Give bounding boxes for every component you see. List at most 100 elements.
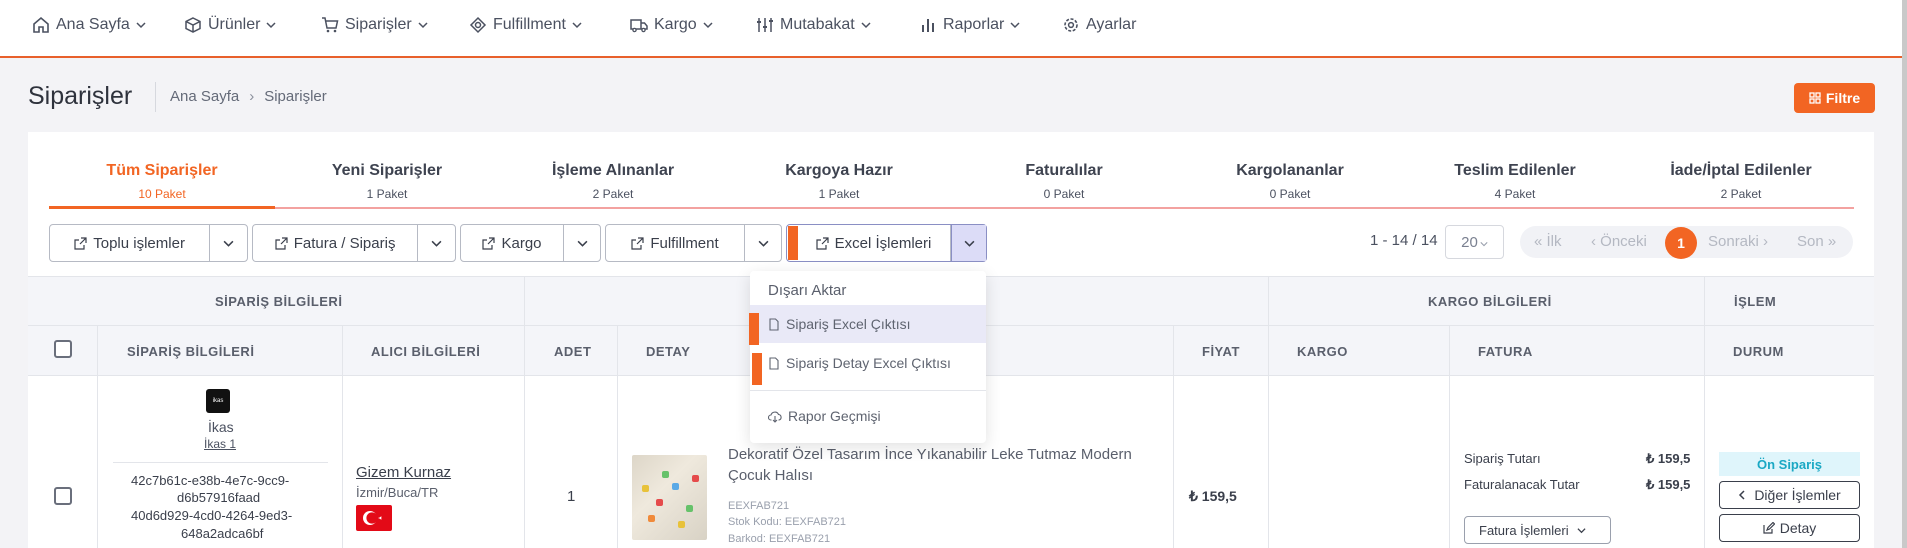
- page-scrollbar[interactable]: [1902, 0, 1907, 548]
- product-sku: EEXFAB721: [728, 500, 790, 512]
- detail-button[interactable]: Detay: [1719, 514, 1860, 542]
- tab-yeni-siparisler[interactable]: Yeni Siparişler 1 Paket: [274, 162, 500, 201]
- page-size-select[interactable]: 20: [1445, 225, 1504, 259]
- toplu-islemler-split: Toplu işlemler: [49, 224, 248, 262]
- col-adet: ADET: [554, 344, 592, 359]
- tab-teslim-edilenler[interactable]: Teslim Edilenler 4 Paket: [1402, 162, 1628, 201]
- tabs-baseline: [49, 207, 1854, 209]
- pagination-prev[interactable]: ‹ Önceki: [1591, 233, 1647, 250]
- cursor-marker: [749, 313, 759, 345]
- tab-kargolananlar[interactable]: Kargolananlar 0 Paket: [1177, 162, 1403, 201]
- toplu-islemler-button[interactable]: Toplu işlemler: [50, 225, 211, 261]
- chevron-down-icon: [1480, 242, 1488, 247]
- fulfillment-split: Fulfillment: [605, 224, 782, 262]
- divider: [750, 390, 986, 391]
- nav-raporlar[interactable]: Raporlar: [919, 14, 1020, 36]
- divider: [155, 82, 156, 112]
- recipient-location: İzmir/Buca/TR: [356, 485, 439, 500]
- tab-faturalilar[interactable]: Faturalılar 0 Paket: [951, 162, 1177, 201]
- quantity: 1: [567, 488, 576, 505]
- fulfillment-button[interactable]: Fulfillment: [606, 225, 745, 261]
- fulfillment-dropdown[interactable]: [745, 225, 781, 261]
- nav-mutabakat[interactable]: Mutabakat: [756, 14, 871, 36]
- button-label: Detay: [1779, 520, 1817, 536]
- divider: [617, 326, 618, 548]
- box-icon: [185, 17, 201, 33]
- order-id: d6b57916faad: [177, 490, 261, 505]
- row-checkbox[interactable]: [54, 487, 72, 505]
- breadcrumb-home[interactable]: Ana Sayfa: [170, 88, 239, 105]
- divider: [524, 276, 525, 548]
- recipient-name[interactable]: Gizem Kurnaz: [356, 464, 451, 481]
- pagination-next[interactable]: Sonraki ›: [1708, 233, 1768, 250]
- tab-isleme-alinanlar[interactable]: İşleme Alınanlar 2 Paket: [500, 162, 726, 201]
- menu-item-siparis-detay-excel[interactable]: Sipariş Detay Excel Çıktısı: [750, 344, 986, 382]
- order-id: 40d6d929-4cd0-4264-9ed3-: [131, 508, 293, 523]
- menu-item-rapor-gecmisi[interactable]: Rapor Geçmişi: [750, 397, 986, 435]
- chevron-down-icon: [136, 22, 146, 29]
- nav-fulfillment[interactable]: Fulfillment: [469, 14, 582, 36]
- external-link-icon: [631, 236, 644, 250]
- menu-item-label: Sipariş Excel Çıktısı: [786, 316, 911, 332]
- nav-urunler[interactable]: Ürünler: [184, 14, 276, 36]
- breadcrumb-separator-icon: ›: [249, 88, 255, 105]
- kargo-button[interactable]: Kargo: [461, 225, 564, 261]
- file-icon: [769, 356, 779, 370]
- excel-islemleri-button[interactable]: Excel İşlemleri: [787, 225, 951, 261]
- divider: [1704, 276, 1705, 548]
- button-label: Fatura / Sipariş: [293, 234, 396, 252]
- store-name: İkas: [208, 419, 234, 435]
- group-header-order: SİPARİŞ BİLGİLERİ: [215, 294, 343, 309]
- fatura-siparis-button[interactable]: Fatura / Sipariş: [253, 225, 419, 261]
- col-fatura: FATURA: [1478, 344, 1533, 359]
- tab-count: 10 Paket: [138, 187, 186, 201]
- nav-label: Ayarlar: [1086, 16, 1137, 33]
- product-title[interactable]: Çocuk Halısı: [728, 467, 813, 484]
- sliders-icon: [757, 18, 773, 32]
- pagination-first[interactable]: « İlk: [1534, 233, 1562, 250]
- nav-ana-sayfa[interactable]: Ana Sayfa: [32, 14, 146, 36]
- nav-kargo[interactable]: Kargo: [630, 14, 713, 36]
- button-label: Toplu işlemler: [93, 234, 185, 252]
- nav-ayarlar[interactable]: Ayarlar: [1062, 14, 1136, 36]
- fatura-siparis-dropdown[interactable]: [418, 225, 455, 261]
- col-siparis-bilgileri: SİPARİŞ BİLGİLERİ: [127, 344, 255, 359]
- button-label: Fulfillment: [650, 234, 719, 252]
- pagination-last[interactable]: Son »: [1797, 233, 1836, 250]
- select-all-checkbox[interactable]: [54, 340, 72, 358]
- product-title[interactable]: Dekoratif Özel Tasarım İnce Yıkanabilir …: [728, 446, 1132, 463]
- other-operations-button[interactable]: Diğer İşlemler: [1719, 481, 1860, 509]
- menu-item-label: Rapor Geçmişi: [788, 408, 881, 424]
- chevron-down-icon: [758, 240, 768, 247]
- tab-tum-siparisler[interactable]: Tüm Siparişler 10 Paket: [49, 162, 275, 201]
- store-link[interactable]: İkas 1: [204, 437, 236, 451]
- top-nav: Ana Sayfa Ürünler Siparişler Fulfillment…: [0, 0, 1907, 58]
- col-alici-bilgileri: ALICI BİLGİLERİ: [371, 344, 481, 359]
- invoice-total: ₺ 159,5: [1646, 477, 1691, 492]
- chevron-down-icon: [703, 22, 713, 29]
- pagination-current[interactable]: 1: [1665, 227, 1697, 259]
- tab-kargoya-hazir[interactable]: Kargoya Hazır 1 Paket: [726, 162, 952, 201]
- tab-label: İade/İptal Edilenler: [1670, 162, 1812, 179]
- tab-count: 1 Paket: [818, 187, 860, 201]
- filter-button[interactable]: Filtre: [1794, 83, 1875, 113]
- external-link-icon: [74, 236, 87, 250]
- nav-siparisler[interactable]: Siparişler: [321, 14, 428, 36]
- toplu-islemler-dropdown[interactable]: [210, 225, 247, 261]
- kargo-dropdown[interactable]: [564, 225, 600, 261]
- cart-icon: [322, 17, 339, 33]
- cursor-marker: [788, 226, 798, 260]
- tab-label: Faturalılar: [1025, 162, 1103, 179]
- excel-islemleri-dropdown[interactable]: [951, 225, 986, 261]
- kargo-split: Kargo: [460, 224, 601, 262]
- tab-count: 0 Paket: [1269, 187, 1311, 201]
- product-image[interactable]: [632, 455, 707, 540]
- tab-label: Tüm Siparişler: [106, 162, 218, 179]
- tab-count: 4 Paket: [1494, 187, 1536, 201]
- divider: [1449, 326, 1450, 548]
- invoice-operations-select[interactable]: Fatura İşlemleri: [1464, 516, 1611, 544]
- tab-iade-iptal[interactable]: İade/İptal Edilenler 2 Paket: [1628, 162, 1854, 201]
- divider: [97, 326, 98, 548]
- menu-item-siparis-excel[interactable]: Sipariş Excel Çıktısı: [750, 305, 986, 343]
- chevron-down-icon: [964, 240, 974, 247]
